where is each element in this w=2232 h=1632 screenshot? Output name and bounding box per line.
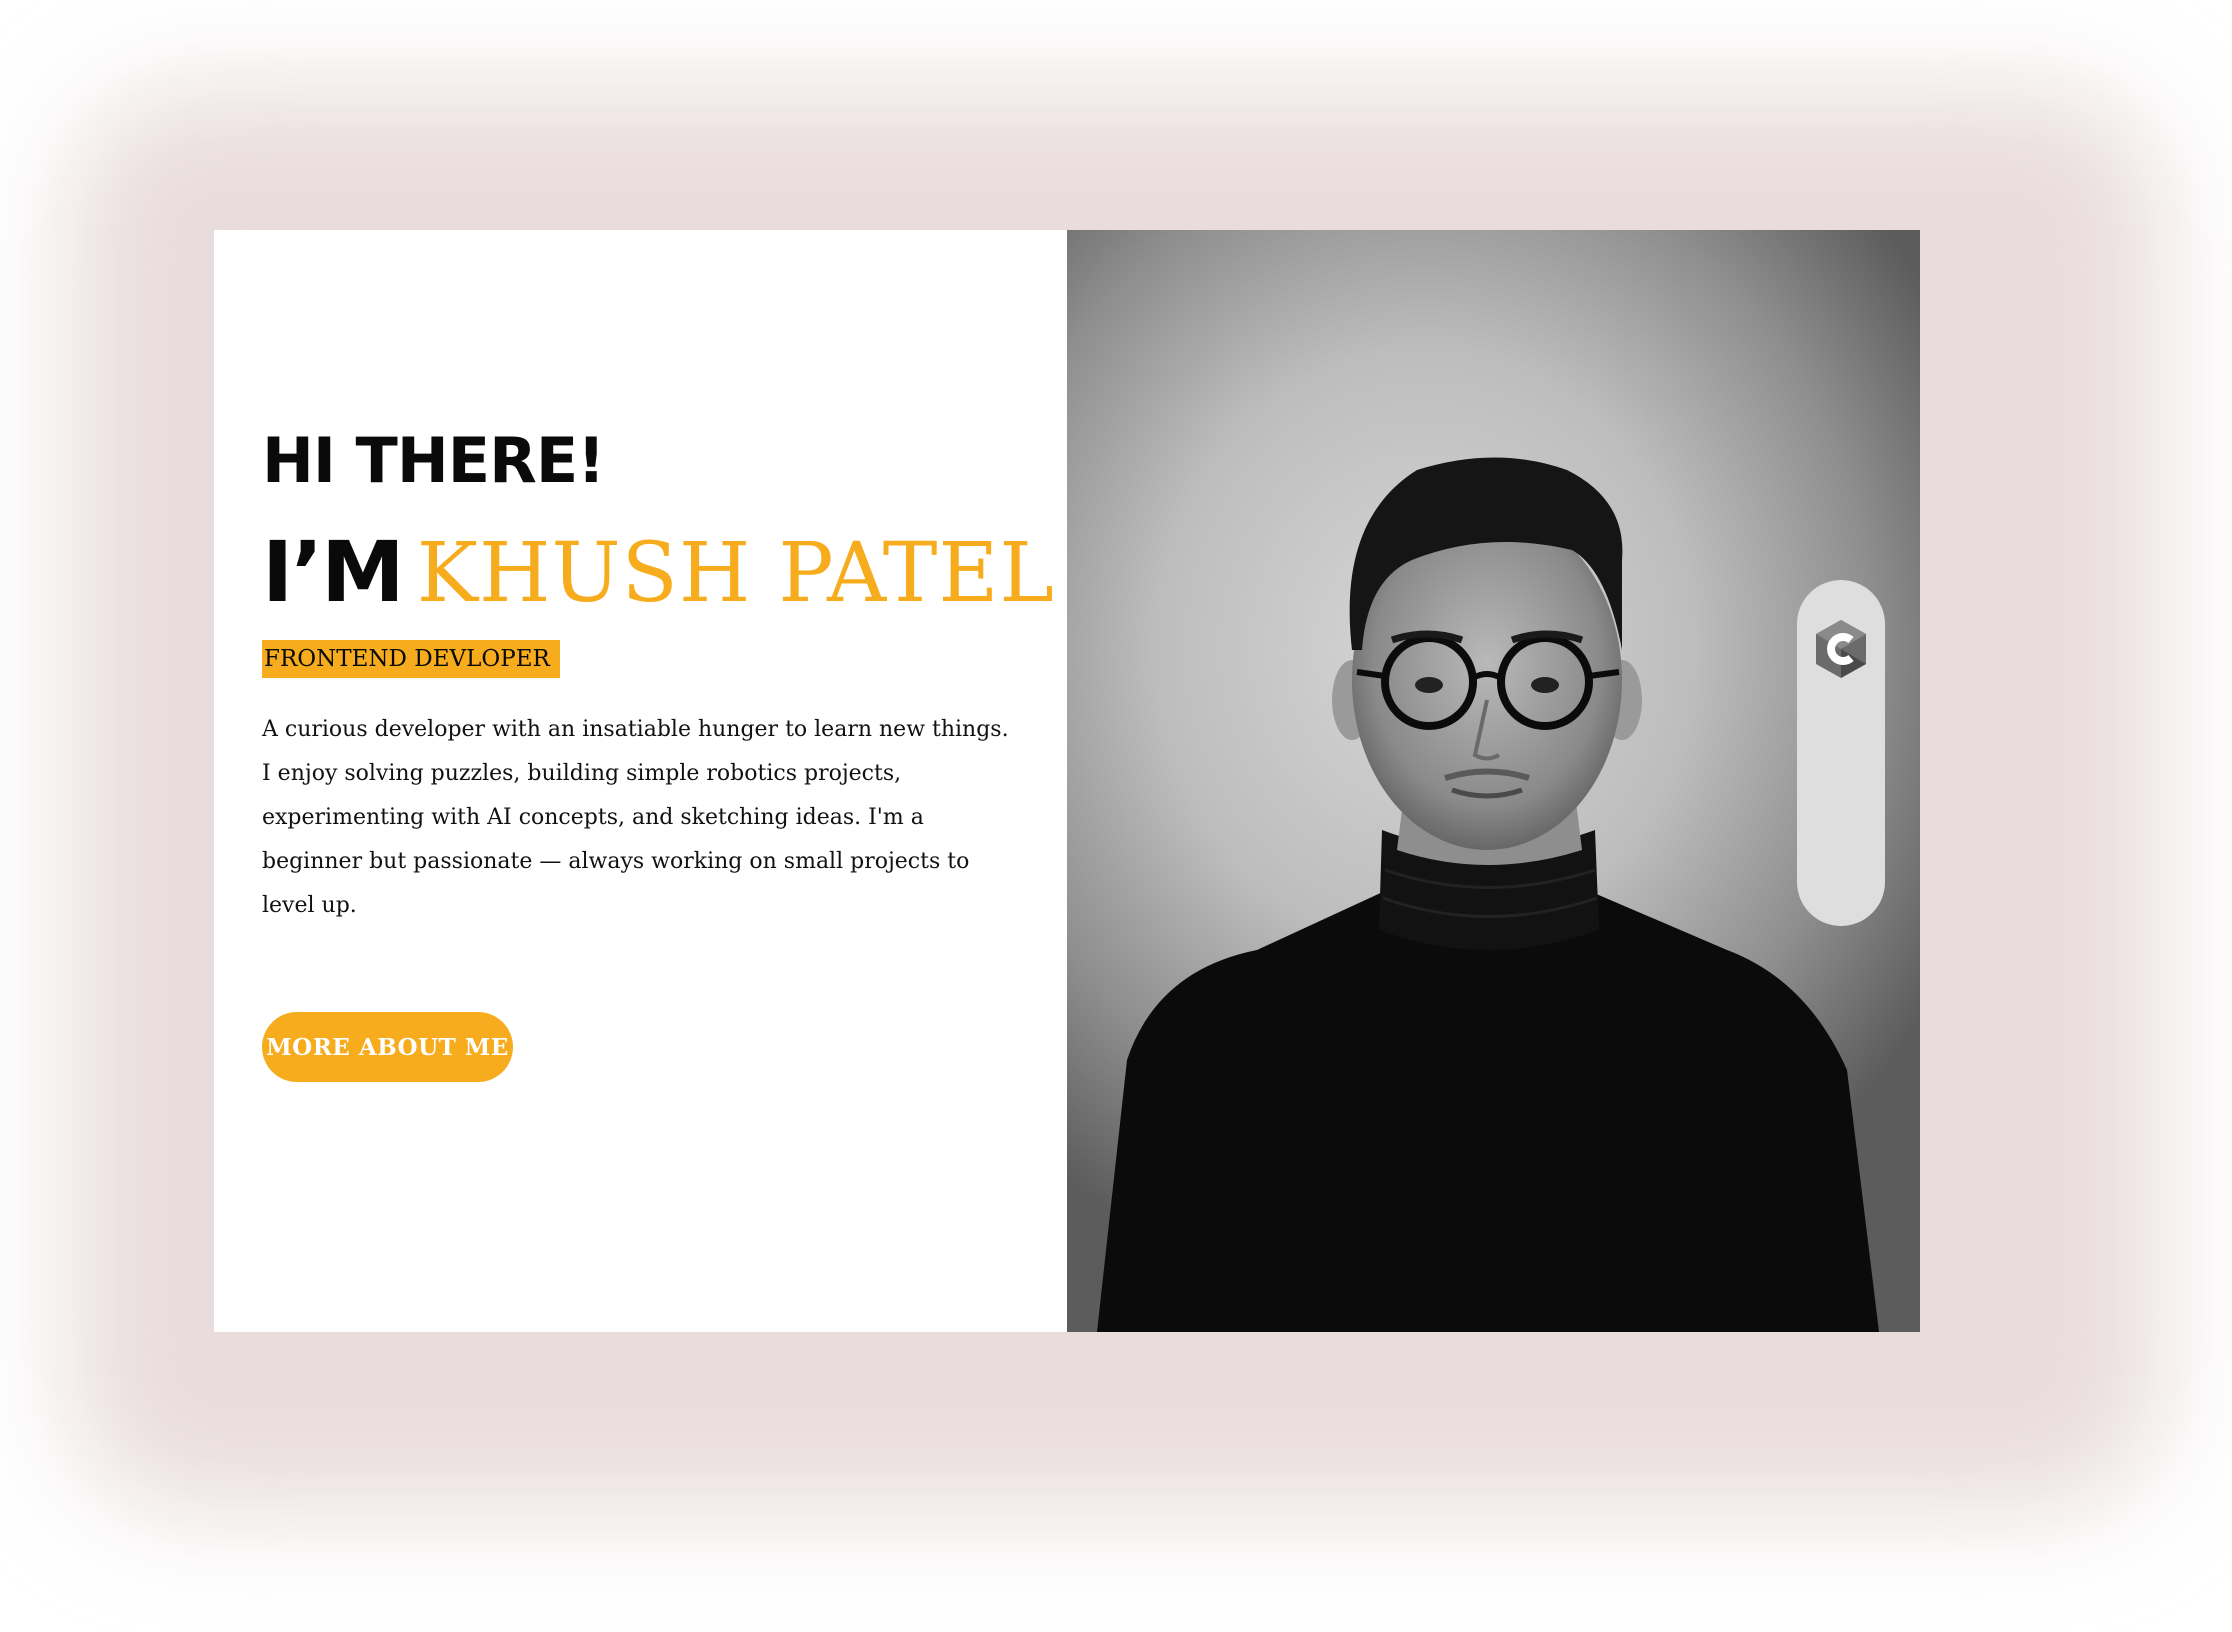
- role-badge: FRONTEND DEVLOPER: [262, 640, 560, 678]
- hero-text-panel: HI THERE! I’M KHUSH PATEL FRONTEND DEVLOP…: [214, 230, 1067, 1332]
- greeting-heading: HI THERE!: [262, 424, 605, 497]
- portrait-panel: [1067, 230, 1920, 1332]
- name-heading: I’M KHUSH PATEL: [262, 530, 1055, 615]
- full-name: KHUSH PATEL: [416, 526, 1055, 621]
- skills-rail: [1797, 580, 1885, 926]
- more-about-me-button[interactable]: MORE ABOUT ME: [262, 1012, 513, 1082]
- hero-card: HI THERE! I’M KHUSH PATEL FRONTEND DEVLOP…: [214, 230, 1920, 1332]
- im-label: I’M: [262, 523, 405, 621]
- portrait-photo: [1097, 457, 1879, 1332]
- c-language-icon[interactable]: [1813, 618, 1869, 680]
- bio-paragraph: A curious developer with an insatiable h…: [262, 717, 1009, 918]
